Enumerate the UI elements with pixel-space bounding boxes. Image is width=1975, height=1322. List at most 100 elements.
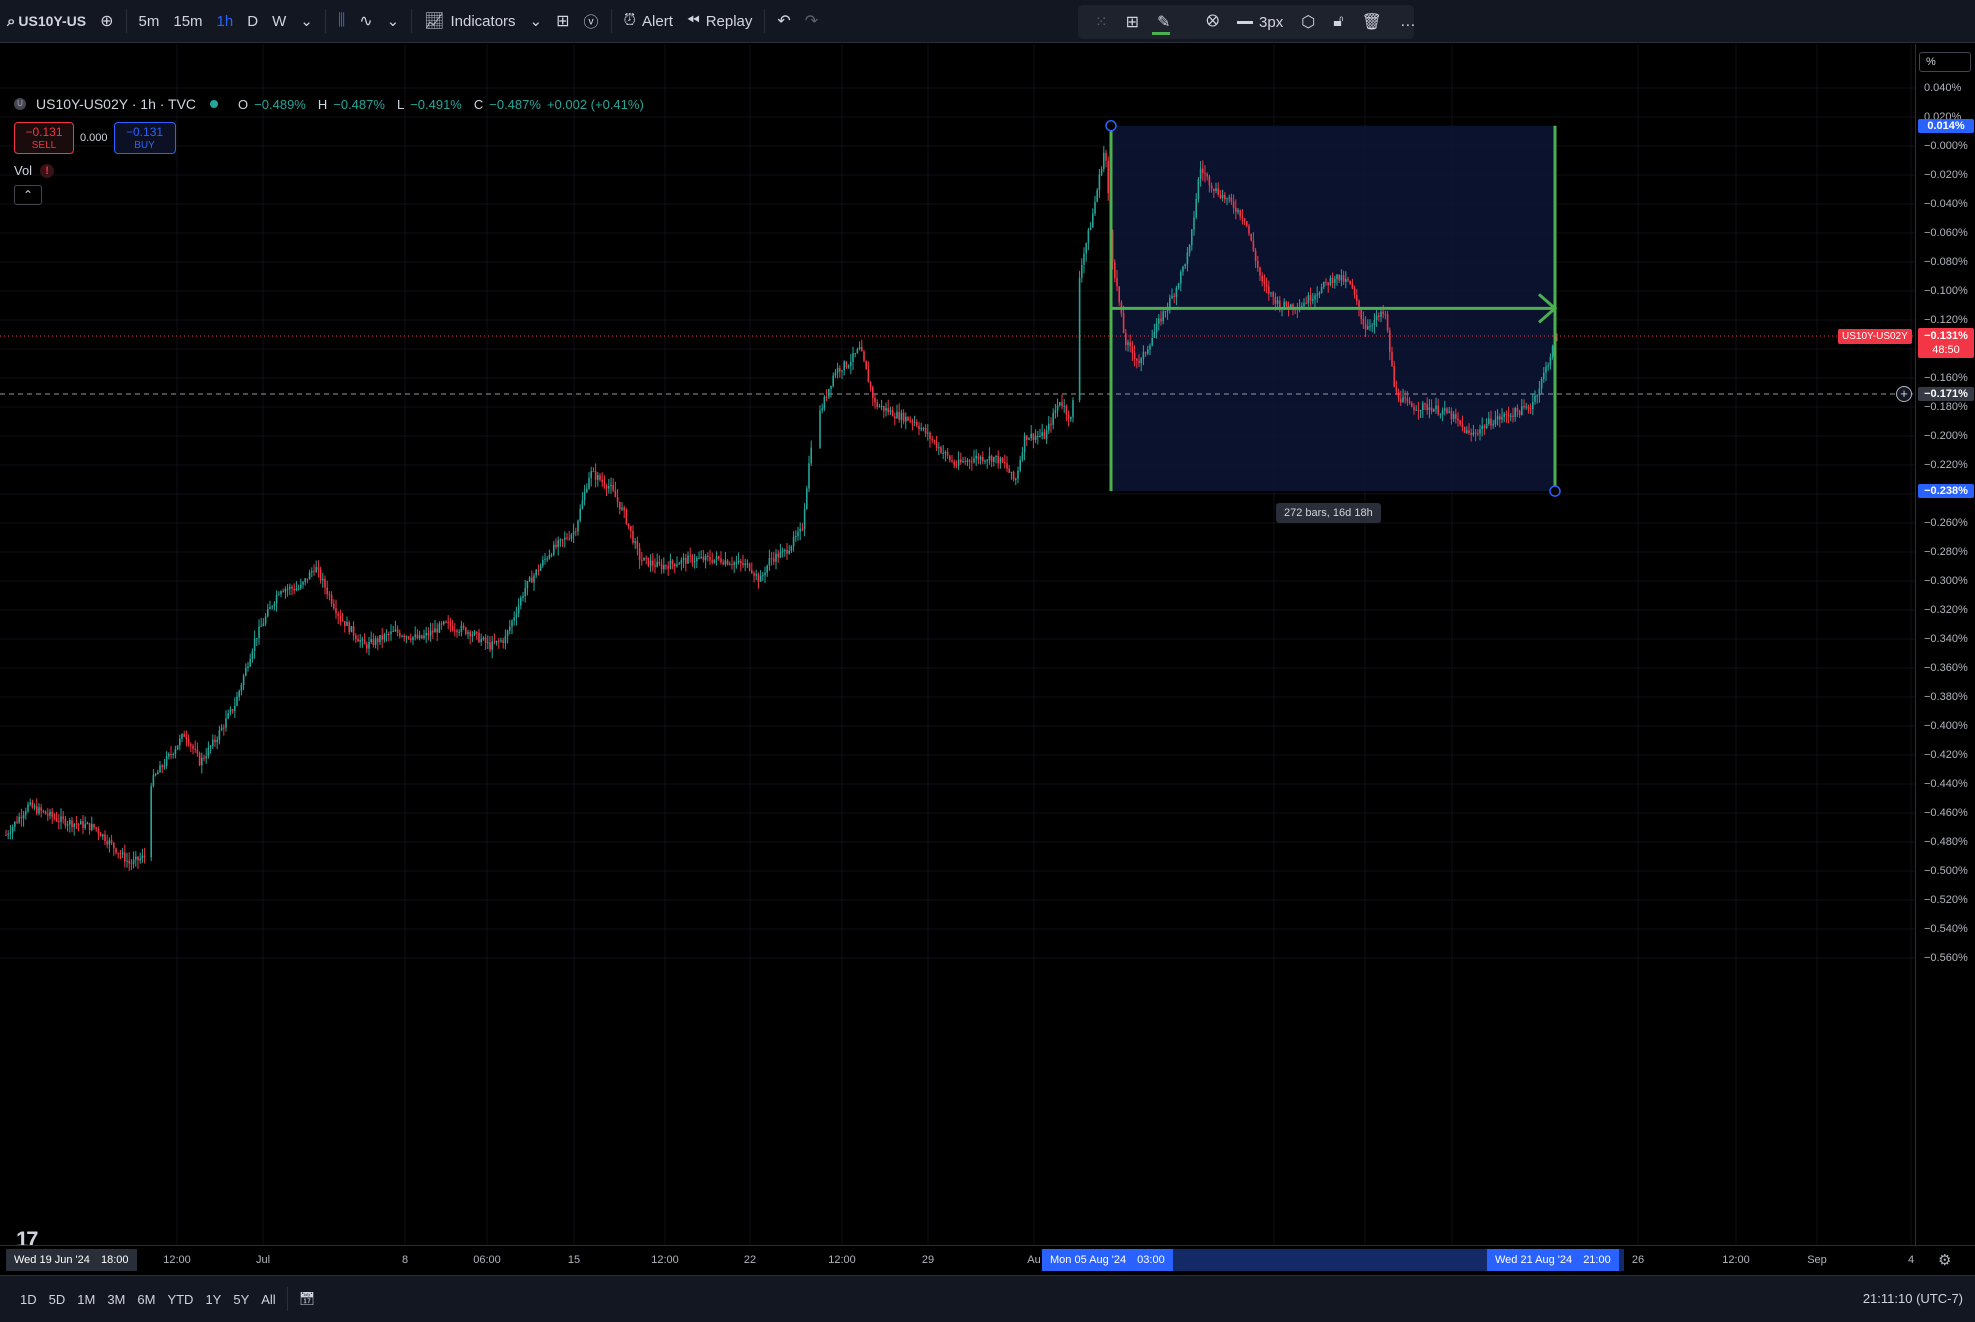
candle-down [1356, 295, 1358, 301]
candle-up [713, 559, 716, 563]
line-chart-type-icon[interactable]: ∿ [352, 0, 379, 43]
chart-pane[interactable]: U US10Y-US02Y · 1h · TVC O −0.489% H −0.48… [0, 44, 1915, 1245]
percent-scale-button[interactable]: % [1919, 52, 1971, 72]
line-color-pen-icon[interactable]: ✎ [1148, 5, 1197, 39]
candle-down [185, 736, 188, 740]
candle-down [636, 541, 639, 549]
time-axis[interactable]: 12:00Jul806:001512:002212:0029Au1212:001… [0, 1245, 1975, 1275]
price-tick-label: −0.300% [1924, 575, 1968, 587]
go-to-date-calendar-icon[interactable]: 📅︎ [293, 1291, 322, 1307]
range-all[interactable]: All [255, 1292, 281, 1307]
candle-down [1430, 407, 1433, 412]
candle-up [515, 613, 518, 618]
indicators-button[interactable]: 📈︎ Indicators [417, 0, 522, 43]
candle-up [942, 452, 944, 454]
candle-down [1217, 188, 1219, 195]
candle-up [209, 746, 212, 748]
price-chart[interactable] [0, 44, 1915, 1245]
fill-color-bucket-icon[interactable]: ⭙ [1197, 5, 1228, 39]
drag-handle-icon[interactable]: ⁙ [1086, 5, 1117, 39]
alarm-clock-icon: ⏰︎ [623, 12, 637, 29]
price-axis[interactable]: % 0.040% 0.020% −0.000% −0.020% −0.040% −0.06… [1915, 44, 1975, 1245]
legend-symbol[interactable]: US10Y-US02Y · 1h · TVC [36, 96, 196, 112]
interval-dropdown-chevron-icon[interactable]: ⌄ [293, 0, 320, 43]
candle-up [126, 860, 128, 862]
candle-down [951, 460, 953, 462]
candle-up [405, 636, 408, 638]
lock-icon[interactable]: 🔓︎ [1324, 5, 1352, 39]
trash-icon[interactable]: 🗑︎ [1353, 5, 1391, 39]
range-top-price-tag: 0.014% [1918, 118, 1974, 133]
price-tick-label: −0.040% [1924, 198, 1968, 210]
candle-down [319, 569, 322, 581]
time-axis-settings-gear-icon[interactable]: ⚙︎ [1938, 1251, 1951, 1269]
replay-button[interactable]: ⏪︎ Replay [680, 0, 760, 43]
candle-down [1349, 280, 1351, 284]
interval-5m[interactable]: 5m [132, 0, 167, 43]
candle-up [759, 575, 762, 582]
settings-gear-icon[interactable]: ⬡ [1292, 5, 1324, 39]
sell-button[interactable]: −0.131 SELL [14, 122, 74, 154]
candle-up [1415, 409, 1417, 411]
candle-down [344, 621, 346, 626]
interval-d[interactable]: D [240, 0, 265, 43]
layout-grid-icon[interactable]: ⊞ [549, 0, 576, 43]
interval-w[interactable]: W [265, 0, 293, 43]
candles-chart-type-icon[interactable]: ⫼ [331, 0, 352, 43]
symbol-search[interactable]: ⌕ US10Y-US [0, 0, 93, 43]
candle-down [355, 635, 357, 639]
tradingview-logo-icon[interactable]: 17 [16, 1227, 39, 1245]
range-1y[interactable]: 1Y [199, 1292, 227, 1307]
candle-up [1096, 189, 1098, 202]
candle-up [471, 634, 474, 637]
candle-down [1327, 282, 1329, 286]
redo-icon[interactable]: ↷ [798, 0, 825, 43]
add-alert-plus-icon[interactable]: + [1896, 385, 1912, 402]
drawing-templates-icon[interactable]: ⊞ [1117, 5, 1148, 39]
candle-down [1232, 201, 1235, 208]
candle-up [832, 375, 834, 386]
candle-up [1312, 299, 1314, 301]
utc-clock[interactable]: 21:11:10 (UTC-7) [1863, 1291, 1963, 1306]
candle-down [317, 567, 320, 570]
range-1m[interactable]: 1M [71, 1292, 101, 1307]
candle-down [616, 497, 619, 502]
compare-add-icon[interactable]: ⊕ [93, 0, 120, 43]
templates-dropdown-icon[interactable]: ⓥ [577, 0, 606, 43]
candle-down [1131, 346, 1134, 353]
line-width-button[interactable]: 3px [1228, 5, 1292, 39]
range-5d[interactable]: 5D [43, 1292, 72, 1307]
line-width-icon [1237, 20, 1254, 24]
interval-15m[interactable]: 15m [166, 0, 209, 43]
candle-down [445, 621, 447, 623]
price-tick-label: −0.400% [1924, 720, 1968, 732]
candle-down [62, 816, 64, 819]
alert-button[interactable]: ⏰︎ Alert [617, 0, 680, 43]
candle-up [273, 603, 276, 607]
chart-type-chevron-icon[interactable]: ⌄ [380, 0, 407, 43]
buy-button[interactable]: −0.131 BUY [113, 122, 176, 154]
candle-down [1235, 207, 1237, 212]
undo-icon[interactable]: ↶ [770, 0, 797, 43]
volume-legend[interactable]: Vol ! [14, 163, 55, 178]
interval-1h[interactable]: 1h [210, 0, 241, 43]
cursor-date: Wed 19 Jun '24 [14, 1254, 90, 1266]
candle-down [722, 562, 724, 565]
range-6m[interactable]: 6M [131, 1292, 161, 1307]
range-1d[interactable]: 1D [14, 1292, 43, 1307]
candle-up [1479, 429, 1481, 434]
range-5y[interactable]: 5Y [227, 1292, 255, 1307]
warning-icon[interactable]: ! [40, 163, 55, 178]
candle-up [91, 824, 93, 831]
candle-up [900, 412, 903, 420]
candle-up [458, 631, 460, 633]
time-tick-label: 26 [1631, 1254, 1645, 1266]
range-3m[interactable]: 3M [101, 1292, 131, 1307]
candle-down [1342, 275, 1345, 282]
candle-up [141, 855, 144, 859]
range-ytd[interactable]: YTD [161, 1292, 199, 1307]
indicators-chevron-icon[interactable]: ⌄ [523, 0, 550, 43]
candle-up [1028, 438, 1030, 440]
more-options-icon[interactable]: … [1391, 5, 1425, 39]
collapse-legend-chevron-up-icon[interactable]: ⌃ [14, 185, 42, 205]
